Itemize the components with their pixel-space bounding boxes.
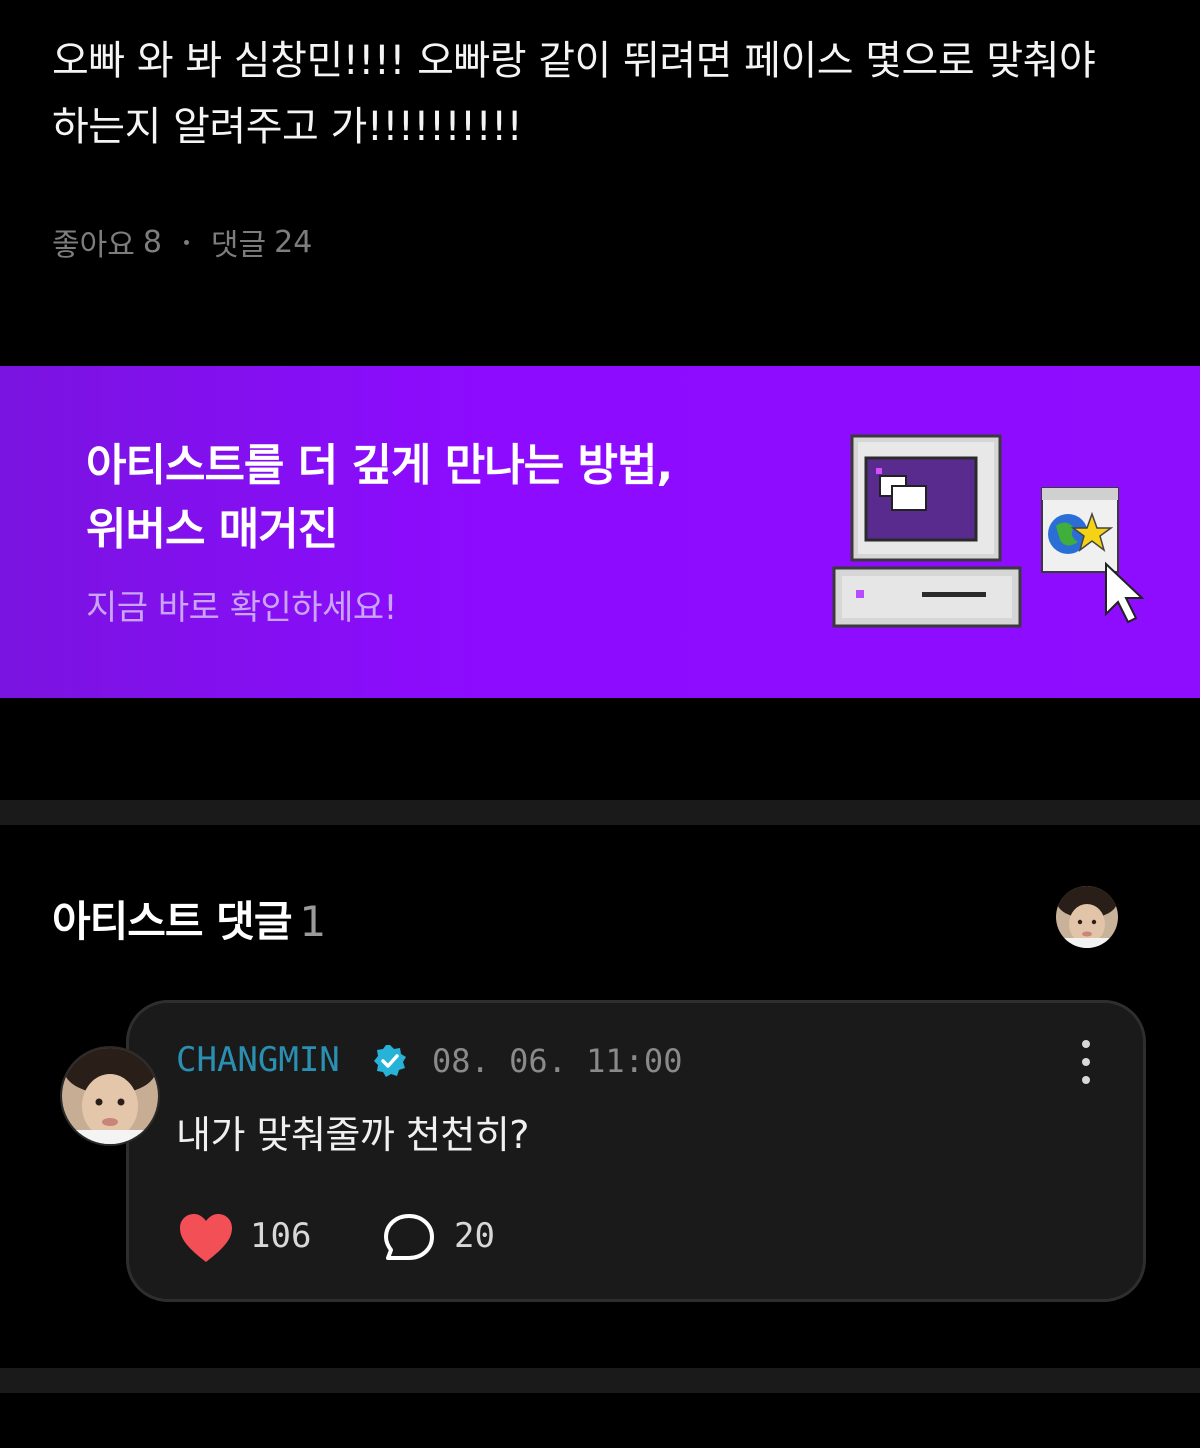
avatar-icon xyxy=(62,1048,158,1144)
more-dot xyxy=(1082,1076,1090,1084)
artist-comments-title: 아티스트 댓글 1 xyxy=(52,888,326,949)
like-count: 106 xyxy=(250,1216,312,1256)
reply-bubble-icon[interactable] xyxy=(382,1212,436,1264)
artist-comments-label: 아티스트 댓글 xyxy=(52,897,292,946)
retro-computer-icon xyxy=(832,434,1145,628)
separator-dot xyxy=(183,239,189,245)
comment-author[interactable]: CHANGMIN xyxy=(176,1040,340,1080)
reply-count: 20 xyxy=(454,1216,495,1256)
avatar-icon xyxy=(1056,886,1118,948)
banner-subtitle: 지금 바로 확인하세요! xyxy=(86,588,397,628)
post-text-line1: 오빠 와 봐 심창민!!!! 오빠랑 같이 뛰려면 페이스 몇으로 맞춰야 xyxy=(52,38,1096,84)
section-divider xyxy=(0,1368,1200,1393)
more-dot xyxy=(1082,1058,1090,1066)
more-dot xyxy=(1082,1040,1090,1048)
heart-icon[interactable] xyxy=(178,1212,234,1264)
banner-title-line1: 아티스트를 더 깊게 만나는 방법, xyxy=(86,440,673,491)
post-text: 오빠 와 봐 심창민!!!! 오빠랑 같이 뛰려면 페이스 몇으로 맞춰야 하는… xyxy=(52,28,1152,160)
comments-count[interactable]: 24 xyxy=(274,225,312,260)
commenter-avatar[interactable] xyxy=(60,1046,160,1146)
banner-title-line2: 위버스 매거진 xyxy=(86,504,338,555)
comments-label[interactable]: 댓글 xyxy=(211,220,266,264)
more-options-button[interactable] xyxy=(1072,1040,1100,1084)
post-text-line2: 하는지 알려주고 가!!!!!!!!!! xyxy=(52,104,523,150)
likes-count: 8 xyxy=(142,224,162,260)
verified-badge-icon xyxy=(374,1045,406,1077)
comment-text: 내가 맞춰줄까 천천히? xyxy=(176,1113,529,1157)
likes-label: 좋아요 xyxy=(52,228,135,263)
section-divider xyxy=(0,800,1200,825)
magazine-banner[interactable]: 아티스트를 더 깊게 만나는 방법, 위버스 매거진 지금 바로 확인하세요! xyxy=(0,366,1200,698)
post-meta: 좋아요 8 댓글 24 xyxy=(52,220,312,264)
banner-title: 아티스트를 더 깊게 만나는 방법, 위버스 매거진 xyxy=(86,434,786,562)
comment-timestamp: 08. 06. 11:00 xyxy=(432,1042,683,1080)
artist-comments-count: 1 xyxy=(299,897,326,946)
artist-avatar[interactable] xyxy=(1056,886,1118,948)
